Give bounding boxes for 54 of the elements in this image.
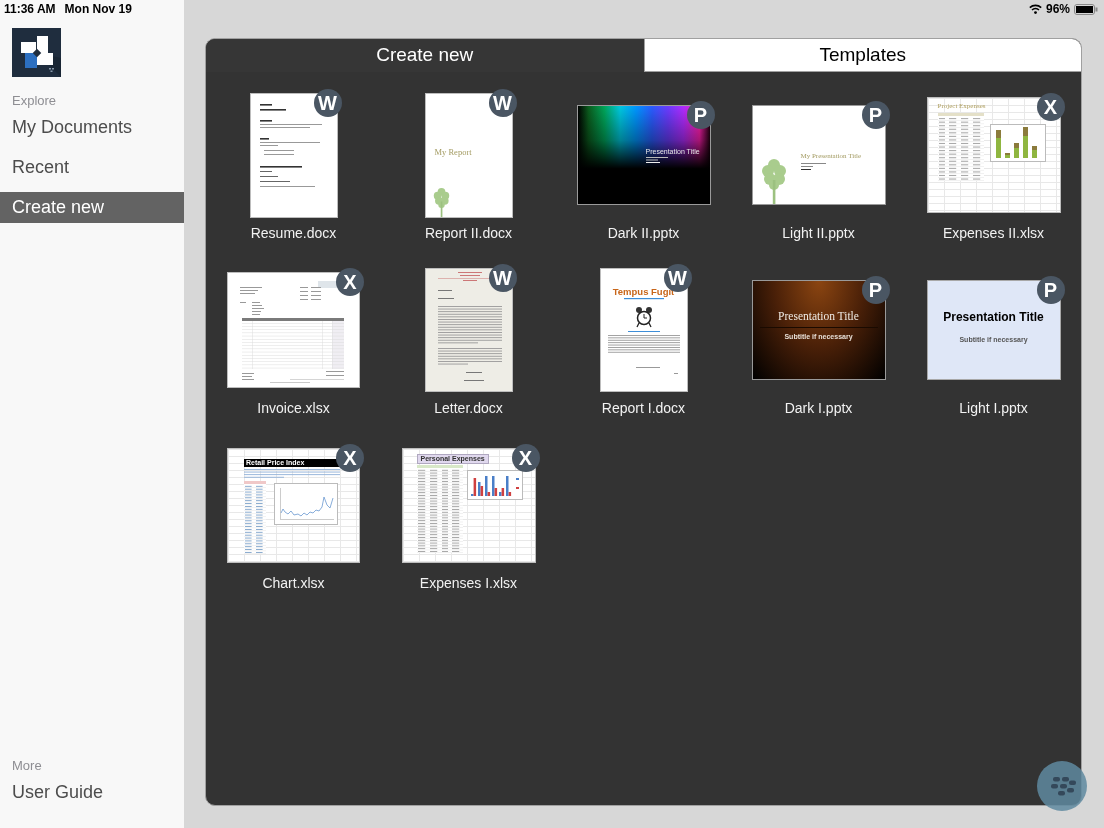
file-type-badge: P (861, 101, 890, 129)
chart-line (280, 496, 334, 516)
tab[interactable]: Templates (643, 39, 1081, 72)
template-name: Resume.docx (250, 224, 337, 243)
file-type-badge: P (1036, 276, 1065, 304)
template-name: Invoice.xlsx (257, 399, 330, 418)
section-heading: More (11, 758, 43, 774)
legend-swatch-icon (515, 477, 519, 480)
preview-title: Presentation Title (943, 310, 1044, 324)
wifi-icon (1028, 4, 1042, 14)
alarm-clock-icon (634, 306, 653, 328)
file-type-badge: W (313, 88, 342, 117)
legend-swatch-icon (515, 486, 519, 489)
template-name: Expenses I.xlsx (419, 574, 518, 593)
table-drawing (937, 113, 984, 181)
floating-action-button[interactable] (1037, 761, 1087, 811)
document-preview[interactable] (249, 92, 338, 218)
file-type-badge: W (488, 88, 517, 117)
file-type-badge: W (488, 264, 517, 292)
document-preview[interactable] (424, 268, 513, 392)
tree-icon (760, 156, 787, 204)
template-name: Report II.docx (424, 224, 513, 243)
file-type-badge: P (861, 276, 890, 304)
battery-icon (1074, 4, 1098, 15)
template-name: Letter.docx (434, 399, 503, 418)
sidebar-item[interactable]: Recent (0, 152, 184, 183)
chart-frame (274, 482, 338, 525)
text-lines-drawing (800, 163, 826, 170)
template-name: Expenses II.xlsx (942, 224, 1045, 243)
file-type-badge: X (336, 268, 364, 296)
spreadsheet-preview[interactable] (227, 272, 360, 388)
template-name: Light II.pptx (782, 224, 855, 243)
tree-icon (432, 185, 450, 217)
template-name: Light I.pptx (959, 399, 1028, 418)
template-name: Dark I.pptx (784, 399, 853, 418)
template-name: Report I.docx (601, 399, 686, 418)
file-type-badge: X (511, 443, 540, 472)
file-type-badge: X (336, 443, 364, 472)
battery-percent: 96% (1045, 2, 1070, 16)
preview-title: My Report (434, 145, 472, 158)
status-date: Mon Nov 19 (64, 0, 132, 18)
sidebar-item[interactable]: My Documents (0, 112, 184, 143)
preview-title: Presentation Title (778, 309, 859, 323)
section-heading: Explore (11, 93, 58, 109)
template-name: Dark II.pptx (607, 224, 680, 243)
file-type-badge: X (1036, 93, 1065, 121)
status-time: 11:36 AM (4, 0, 56, 18)
text-line-drawing (623, 298, 664, 300)
sidebar-item[interactable]: Create new (0, 192, 184, 223)
dots-logo-icon (1048, 775, 1076, 797)
app-logo-icon (12, 28, 61, 77)
file-type-badge: P (686, 101, 715, 129)
sidebar-item[interactable]: User Guide (0, 777, 184, 808)
template-name: Chart.xlsx (262, 574, 325, 593)
